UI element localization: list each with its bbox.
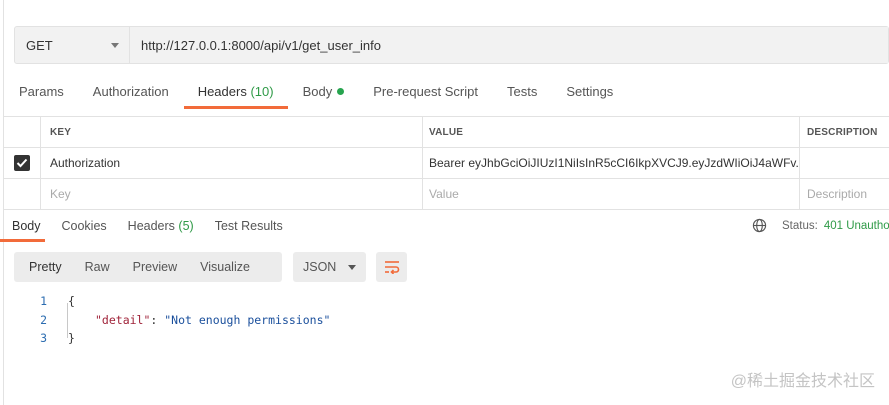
method-select[interactable]: GET [15,27,130,63]
code-line: 2 "detail": "Not enough permissions" [30,311,330,330]
wrap-lines-icon [384,261,399,274]
view-raw-button[interactable]: Raw [85,260,110,274]
response-tab-test-results[interactable]: Test Results [215,218,283,242]
body-indicator-dot [337,88,345,95]
line-number: 1 [40,294,47,309]
json-close-brace: } [68,331,75,346]
header-key-field[interactable]: Authorization [41,148,423,178]
view-pretty-button[interactable]: Pretty [29,260,62,274]
tab-label: Authorization [92,84,169,99]
checkbox-column-header [3,117,41,147]
chevron-down-icon [111,42,119,48]
format-select[interactable]: JSON [293,252,366,282]
tab-pre-request-script[interactable]: Pre-request Script [373,82,478,109]
chevron-down-icon [348,264,357,270]
new-description-input[interactable]: Description [800,179,889,209]
response-tab-headers[interactable]: Headers (5) [128,218,194,242]
tab-settings[interactable]: Settings [566,82,613,109]
url-text: http://127.0.0.1:8000/api/v1/get_user_in… [141,37,381,53]
tab-headers[interactable]: Headers (10) [183,82,288,109]
table-row: Authorization Bearer eyJhbGciOiJIUzI1NiI… [3,148,889,179]
tab-label: Body [12,219,41,233]
watermark: @稀土掘金技术社区 [730,373,875,390]
request-bar: GET http://127.0.0.1:8000/api/v1/get_use… [14,26,889,64]
line-number: 3 [40,331,47,346]
response-tab-body[interactable]: Body [0,218,44,242]
code-line: 1 { [30,292,330,311]
json-entry: "detail": "Not enough permissions" [68,313,330,327]
response-body-code[interactable]: 1 { 2 "detail": "Not enough permissions"… [30,292,330,348]
indent-guide [67,303,68,338]
table-header-row: KEY VALUE DESCRIPTION [3,116,889,148]
tab-params[interactable]: Params [19,82,64,109]
tab-label: Body [302,84,333,99]
tab-authorization[interactable]: Authorization [93,82,169,109]
checkmark-icon [16,158,27,168]
tab-tests[interactable]: Tests [507,82,537,109]
response-headers-count: (5) [178,219,194,233]
format-label: JSON [303,260,337,274]
request-tabs: Params Authorization Headers (10) Body P… [19,82,642,109]
new-key-input[interactable]: Key [41,179,423,209]
globe-icon[interactable] [752,218,767,233]
tab-label: Headers [127,219,175,233]
column-header-description: DESCRIPTION [807,126,878,138]
headers-table: KEY VALUE DESCRIPTION Authorization Bear… [3,116,889,210]
new-value-input[interactable]: Value [423,179,800,209]
tab-label: Params [19,84,64,99]
code-line: 3 } [30,329,330,348]
table-row-empty: Key Value Description [3,179,889,210]
tab-label: Headers [197,84,247,99]
status-value: 401 Unautho [823,219,889,232]
headers-count: (10) [250,84,274,99]
enabled-checkbox[interactable] [13,155,30,171]
json-key: "detail" [95,312,151,327]
wrap-lines-button[interactable] [376,252,407,282]
header-value-field[interactable]: Bearer eyJhbGciOiJIUzI1NiIsInR5cCI6IkpXV… [423,148,800,178]
tab-label: Cookies [61,219,107,233]
response-tabs: Body Cookies Headers (5) Test Results [0,218,304,242]
column-header-value: VALUE [423,117,800,147]
url-input[interactable]: http://127.0.0.1:8000/api/v1/get_user_in… [130,27,888,63]
line-number: 2 [40,312,47,327]
response-tab-cookies[interactable]: Cookies [62,218,107,242]
response-status: Status: 401 Unautho [752,218,889,233]
tab-label: Pre-request Script [373,84,478,99]
tab-label: Test Results [214,219,283,233]
header-description-field[interactable] [800,148,889,178]
json-open-brace: { [68,294,75,309]
method-label: GET [26,37,53,53]
tab-body[interactable]: Body [303,82,345,109]
tab-label: Tests [506,84,538,99]
status-label: Status: [782,219,818,232]
column-header-key: KEY [41,117,423,147]
view-mode-selector: Pretty Raw Preview Visualize [14,252,282,282]
checkbox-cell [3,179,41,209]
view-preview-button[interactable]: Preview [133,260,177,274]
tab-label: Settings [566,84,614,99]
view-visualize-button[interactable]: Visualize [200,260,250,274]
json-colon: : [150,312,165,327]
checkbox-cell [3,148,41,178]
json-value: "Not enough permissions" [164,312,331,327]
